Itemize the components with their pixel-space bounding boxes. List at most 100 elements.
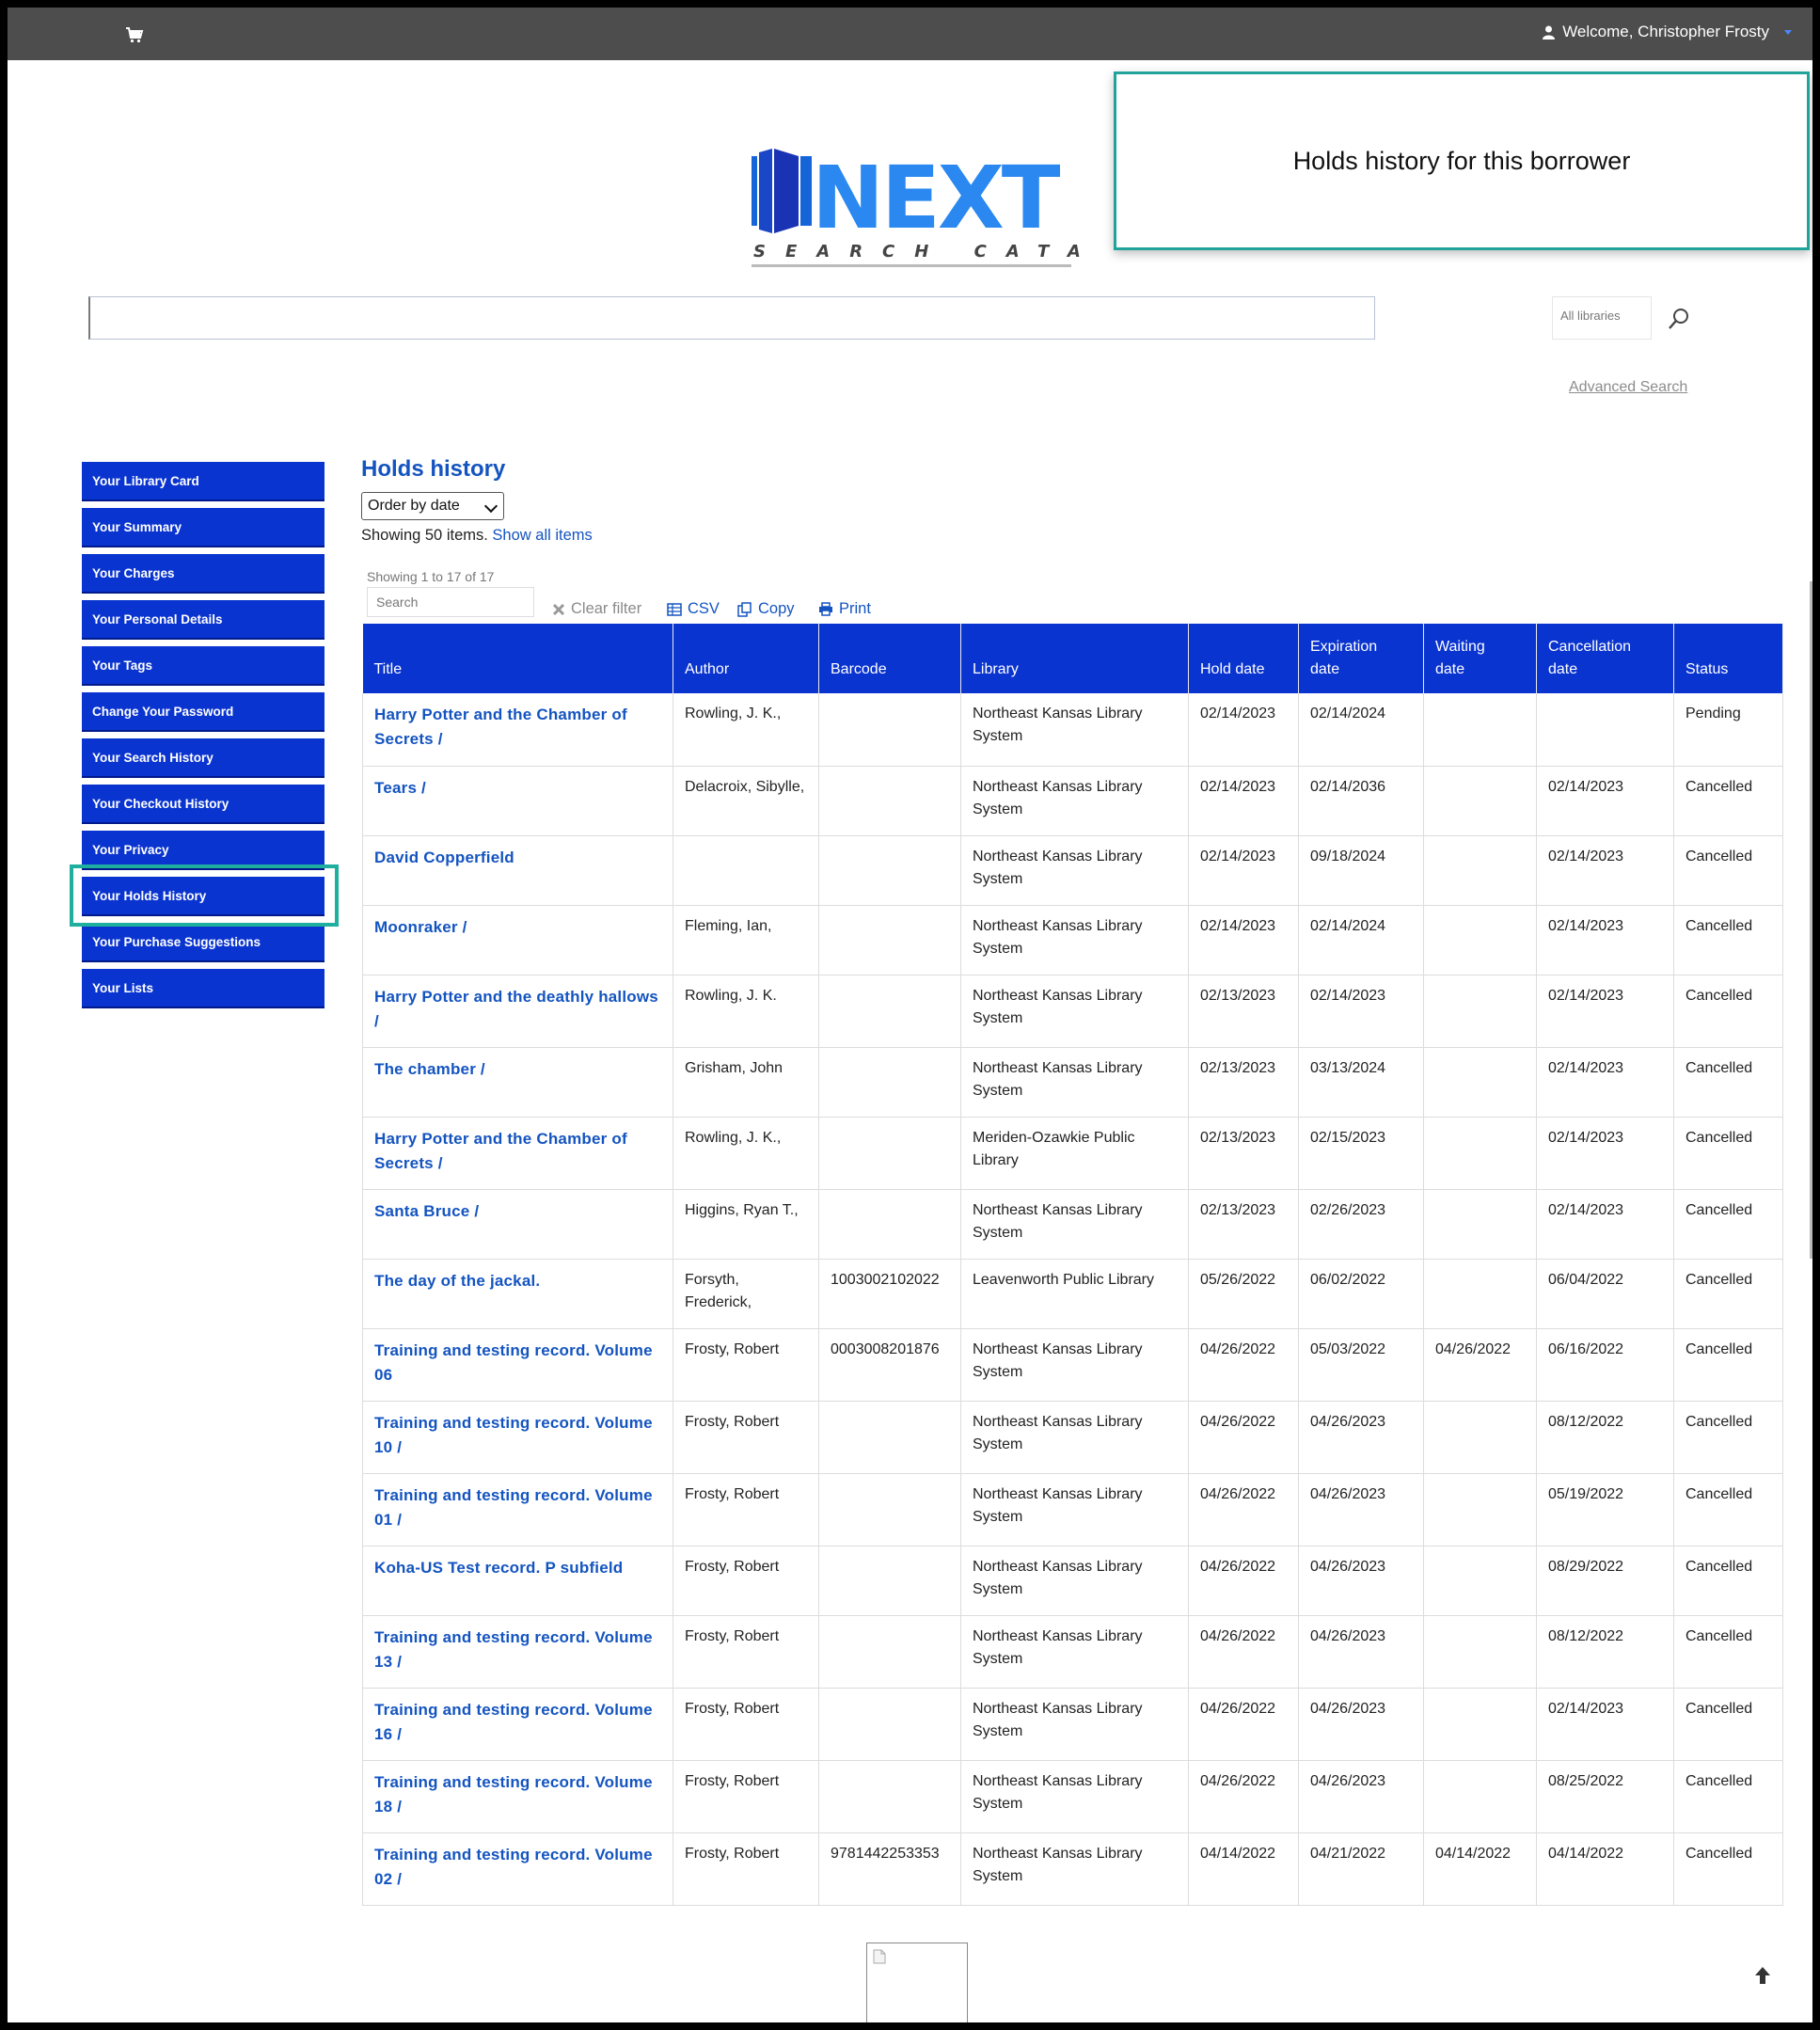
- waiting-date-cell: [1423, 1615, 1537, 1689]
- copy-button[interactable]: Copy: [737, 600, 795, 618]
- title-link[interactable]: Harry Potter and the Chamber of Secrets …: [374, 706, 627, 748]
- column-header-title[interactable]: Title: [362, 624, 673, 693]
- cancellation-date-cell: 02/14/2023: [1536, 1047, 1674, 1118]
- library-cell: Northeast Kansas Library System: [960, 1189, 1189, 1260]
- title-link[interactable]: The chamber /: [374, 1060, 485, 1078]
- title-link[interactable]: Training and testing record. Volume 13 /: [374, 1628, 653, 1671]
- cancellation-date-cell: 02/14/2023: [1536, 1688, 1674, 1761]
- title-link[interactable]: Training and testing record. Volume 18 /: [374, 1773, 653, 1816]
- title-link[interactable]: The day of the jackal.: [374, 1272, 540, 1290]
- library-cell: Northeast Kansas Library System: [960, 766, 1189, 836]
- title-link[interactable]: Moonraker /: [374, 918, 467, 936]
- expiration-date-cell: 04/26/2023: [1298, 1473, 1424, 1546]
- show-all-link[interactable]: Show all items: [492, 527, 592, 544]
- showing-text: Showing 50 items.: [361, 527, 488, 544]
- search-icon[interactable]: [1667, 307, 1691, 331]
- table-row: Santa Bruce / Higgins, Ryan T., Northeast …: [362, 1189, 1783, 1260]
- back-to-top-icon[interactable]: [1753, 1965, 1772, 1986]
- cancellation-date-cell: [1536, 693, 1674, 767]
- print-button[interactable]: Print: [818, 600, 871, 618]
- title-link[interactable]: David Copperfield: [374, 848, 514, 866]
- title-link[interactable]: Harry Potter and the Chamber of Secrets …: [374, 1130, 627, 1172]
- order-select[interactable]: Order by date: [361, 492, 504, 520]
- title-link[interactable]: Santa Bruce /: [374, 1202, 479, 1220]
- cancellation-date-cell: 06/04/2022: [1536, 1259, 1674, 1329]
- waiting-date-cell: [1423, 1760, 1537, 1833]
- user-menu[interactable]: Welcome, Christopher Frosty: [1543, 23, 1792, 41]
- hold-date-cell: 04/26/2022: [1188, 1473, 1299, 1546]
- order-select-value: Order by date: [368, 498, 460, 514]
- column-header-expiration-date[interactable]: Expiration date: [1298, 624, 1424, 693]
- hold-date-cell: 02/14/2023: [1188, 835, 1299, 906]
- copy-icon: [737, 601, 752, 617]
- title-link[interactable]: Harry Potter and the deathly hallows /: [374, 988, 658, 1030]
- title-link[interactable]: Training and testing record. Volume 06: [374, 1341, 653, 1384]
- sidebar-item-purchase-suggestions[interactable]: Your Purchase Suggestions: [82, 923, 324, 962]
- sidebar-item-search-history[interactable]: Your Search History: [82, 738, 324, 778]
- table-row: The chamber / Grisham, John Northeast Kans…: [362, 1047, 1783, 1118]
- hold-date-cell: 02/13/2023: [1188, 1047, 1299, 1118]
- table-row: Training and testing record. Volume 18 /…: [362, 1760, 1783, 1833]
- sidebar-item-summary[interactable]: Your Summary: [82, 508, 324, 547]
- sidebar-item-lists[interactable]: Your Lists: [82, 969, 324, 1008]
- scrollbar-track[interactable]: [1810, 581, 1812, 1607]
- barcode-cell: [818, 1473, 961, 1546]
- column-header-waiting-date[interactable]: Waiting date: [1423, 624, 1537, 693]
- column-header-barcode[interactable]: Barcode: [818, 624, 961, 693]
- print-icon: [819, 602, 832, 616]
- sidebar-item-tags[interactable]: Your Tags: [82, 646, 324, 686]
- barcode-cell: [818, 1117, 961, 1190]
- author-cell: Forsyth, Frederick,: [673, 1259, 819, 1329]
- title-link[interactable]: Koha-US Test record. P subfield: [374, 1559, 623, 1577]
- table-filter-input[interactable]: Search: [367, 587, 534, 617]
- title-cell: Training and testing record. Volume 13 /: [362, 1615, 673, 1689]
- expiration-date-cell: 04/26/2023: [1298, 1615, 1424, 1689]
- sidebar-item-charges[interactable]: Your Charges: [82, 554, 324, 594]
- barcode-cell: 1003002102022: [818, 1259, 961, 1329]
- cart-icon[interactable]: [124, 24, 145, 45]
- column-header-library[interactable]: Library: [960, 624, 1189, 693]
- csv-export-button[interactable]: CSV: [667, 600, 720, 618]
- table-row: Training and testing record. Volume 02 /…: [362, 1832, 1783, 1906]
- status-cell: Cancelled: [1673, 766, 1783, 836]
- next-search-catalog-logo[interactable]: NEXT SEARCH CATALOG: [744, 147, 1084, 269]
- cancellation-date-cell: 04/14/2022: [1536, 1832, 1674, 1906]
- expiration-date-cell: 06/02/2022: [1298, 1259, 1424, 1329]
- status-cell: Cancelled: [1673, 835, 1783, 906]
- sidebar-item-change-password[interactable]: Change Your Password: [82, 692, 324, 732]
- table-row: David Copperfield Northeast Kansas Librar…: [362, 835, 1783, 906]
- chevron-down-icon: [1784, 29, 1792, 35]
- title-link[interactable]: Training and testing record. Volume 02 /: [374, 1846, 653, 1888]
- sidebar-item-library-card[interactable]: Your Library Card: [82, 462, 324, 501]
- clear-filter-button[interactable]: Clear filter: [552, 600, 641, 618]
- waiting-date-cell: [1423, 1688, 1537, 1761]
- sidebar-item-checkout-history[interactable]: Your Checkout History: [82, 785, 324, 824]
- title-link[interactable]: Training and testing record. Volume 10 /: [374, 1414, 653, 1456]
- status-cell: Cancelled: [1673, 1760, 1783, 1833]
- expiration-date-cell: 04/26/2023: [1298, 1401, 1424, 1474]
- waiting-date-cell: 04/14/2022: [1423, 1832, 1537, 1906]
- title-link[interactable]: Training and testing record. Volume 01 /: [374, 1486, 653, 1529]
- hold-date-cell: 02/13/2023: [1188, 1117, 1299, 1190]
- title-link[interactable]: Training and testing record. Volume 16 /: [374, 1701, 653, 1743]
- title-cell: The day of the jackal.: [362, 1259, 673, 1329]
- title-link[interactable]: Tears /: [374, 779, 426, 797]
- author-cell: Grisham, John: [673, 1047, 819, 1118]
- hold-date-cell: 04/14/2022: [1188, 1832, 1299, 1906]
- advanced-search-link[interactable]: Advanced Search: [1569, 379, 1687, 396]
- sidebar-item-personal-details[interactable]: Your Personal Details: [82, 600, 324, 640]
- column-header-cancellation-date[interactable]: Cancellation date: [1536, 624, 1674, 693]
- barcode-cell: [818, 1615, 961, 1689]
- table-row: Harry Potter and the Chamber of Secrets …: [362, 693, 1783, 767]
- branch-select[interactable]: All libraries: [1552, 296, 1652, 340]
- status-cell: Cancelled: [1673, 1047, 1783, 1118]
- author-cell: Frosty, Robert: [673, 1688, 819, 1761]
- column-header-status[interactable]: Status: [1673, 624, 1783, 693]
- column-header-author[interactable]: Author: [673, 624, 819, 693]
- barcode-cell: [818, 975, 961, 1048]
- hold-date-cell: 04/26/2022: [1188, 1401, 1299, 1474]
- search-input[interactable]: [88, 296, 1375, 340]
- holds-table-body: Harry Potter and the Chamber of Secrets …: [362, 693, 1783, 1906]
- column-header-hold-date[interactable]: Hold date: [1188, 624, 1299, 693]
- author-cell: Rowling, J. K.,: [673, 693, 819, 767]
